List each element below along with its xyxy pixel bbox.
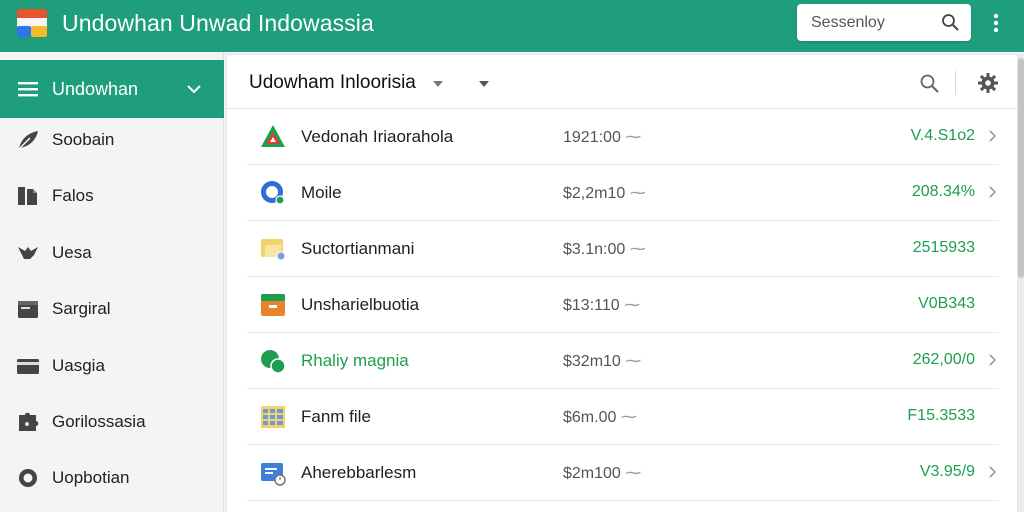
item-name: Unsharielbuotia: [301, 295, 420, 314]
document-clock-icon: [261, 463, 286, 486]
sidebar-item-uopbotian[interactable]: Uopbotian: [0, 454, 224, 502]
scrollbar[interactable]: [1018, 54, 1024, 512]
item-amount: V0B343: [918, 295, 975, 312]
chevron-right-icon[interactable]: [989, 466, 997, 478]
list-item[interactable]: Suctortianmani $3.1n:00 ⁓ 2515933: [247, 221, 999, 277]
sidebar: Undowhan Soobain Falos Uesa Sargiral Uas…: [0, 52, 224, 512]
ring-icon: [19, 469, 37, 487]
puzzle-icon: [19, 412, 39, 431]
search-box[interactable]: [797, 4, 971, 41]
list-item[interactable]: Moile $2,2m10 ⁓ 208.34%: [247, 165, 999, 221]
item-name: Aherebbarlesm: [301, 463, 417, 482]
item-amount: V.4.S1o2: [910, 127, 975, 144]
dropdown-caret-icon[interactable]: [479, 81, 489, 87]
spreadsheet-icon: [261, 406, 285, 428]
drive-icon: [261, 125, 285, 147]
bird-icon: [18, 247, 38, 259]
chevron-right-icon[interactable]: [989, 130, 997, 142]
app-logo-icon: [17, 9, 47, 37]
sidebar-header-label: Undowhan: [52, 79, 139, 99]
item-name: Fanm file: [301, 407, 371, 426]
folder-icon: [18, 301, 38, 318]
search-icon[interactable]: [941, 13, 959, 31]
list-item[interactable]: Vedonah Iriaorahola 1921:00 ⁓ V.4.S1o2: [247, 109, 999, 165]
list-item[interactable]: Unsharielbuotia $13:110 ⁓ V0B343: [247, 277, 999, 333]
search-input[interactable]: [811, 13, 941, 32]
sidebar-item-label: Sargiral: [52, 299, 111, 318]
item-value: $2,2m10 ⁓: [563, 185, 646, 202]
search-icon[interactable]: [919, 73, 939, 93]
sidebar-item-sargiral[interactable]: Sargiral: [0, 285, 224, 333]
item-name: Rhaliy magnia: [301, 351, 409, 370]
sidebar-header[interactable]: Undowhan: [0, 60, 224, 118]
page-title[interactable]: Udowham Inloorisia: [249, 72, 416, 94]
divider: [955, 71, 956, 95]
chevron-right-icon[interactable]: [989, 186, 997, 198]
item-value: $13:110 ⁓: [563, 297, 641, 314]
chevron-right-icon[interactable]: [989, 354, 997, 366]
gear-icon[interactable]: [977, 72, 999, 94]
folder-file-icon: [261, 239, 286, 261]
chevron-down-icon[interactable]: [186, 82, 202, 96]
item-amount: V3.95/9: [919, 463, 975, 480]
sidebar-item-label: Uopbotian: [52, 468, 130, 487]
main-panel: Udowham Inloorisia Vedonah Iriaorahola 1…: [226, 54, 1018, 512]
more-menu-icon[interactable]: [986, 12, 1006, 34]
chat-icon: [261, 350, 286, 374]
box-icon: [261, 294, 285, 316]
item-amount: F15.3533: [907, 407, 975, 424]
caret-down-icon[interactable]: [433, 81, 443, 87]
item-name: Suctortianmani: [301, 239, 415, 258]
list-item[interactable]: Aherebbarlesm $2m100 ⁓ V3.95/9: [247, 445, 999, 501]
sidebar-item-falos[interactable]: Falos: [0, 172, 224, 220]
sidebar-item-label: Falos: [52, 186, 94, 205]
scrollbar-thumb[interactable]: [1018, 58, 1024, 278]
item-value: $32m10 ⁓: [563, 353, 642, 370]
menu-icon[interactable]: [18, 81, 38, 97]
sidebar-item-uesa[interactable]: Uesa: [0, 229, 224, 277]
item-value: 1921:00 ⁓: [563, 129, 642, 146]
item-name: Moile: [301, 183, 342, 202]
item-name: Vedonah Iriaorahola: [301, 127, 454, 146]
item-amount: 262,00/0: [912, 351, 975, 368]
sidebar-item-label: Gorilossasia: [52, 412, 146, 431]
leaf-icon: [17, 131, 38, 151]
item-value: $2m100 ⁓: [563, 465, 642, 482]
sidebar-item-uasgia[interactable]: Uasgia: [0, 342, 224, 390]
main-header: Udowham Inloorisia: [227, 55, 1017, 109]
files-icon: [18, 187, 37, 205]
sidebar-item-soobain[interactable]: Soobain: [0, 116, 224, 164]
item-value: $3.1n:00 ⁓: [563, 241, 646, 258]
sidebar-item-gorilossasia[interactable]: Gorilossasia: [0, 398, 224, 446]
app-bar: Undowhan Unwad Indowassia: [0, 0, 1024, 52]
list-item[interactable]: Fanm file $6m.00 ⁓ F15.3533: [247, 389, 999, 445]
sidebar-item-label: Uasgia: [52, 356, 105, 375]
app-title: Undowhan Unwad Indowassia: [62, 10, 374, 36]
list-item[interactable]: Rhaliy magnia $32m10 ⁓ 262,00/0: [247, 333, 999, 389]
item-value: $6m.00 ⁓: [563, 409, 637, 426]
globe-icon: [261, 181, 285, 205]
item-amount: 2515933: [912, 239, 975, 256]
sidebar-item-label: Uesa: [52, 243, 92, 262]
item-amount: 208.34%: [911, 183, 975, 200]
card-icon: [17, 359, 39, 374]
sidebar-item-label: Soobain: [52, 130, 115, 149]
